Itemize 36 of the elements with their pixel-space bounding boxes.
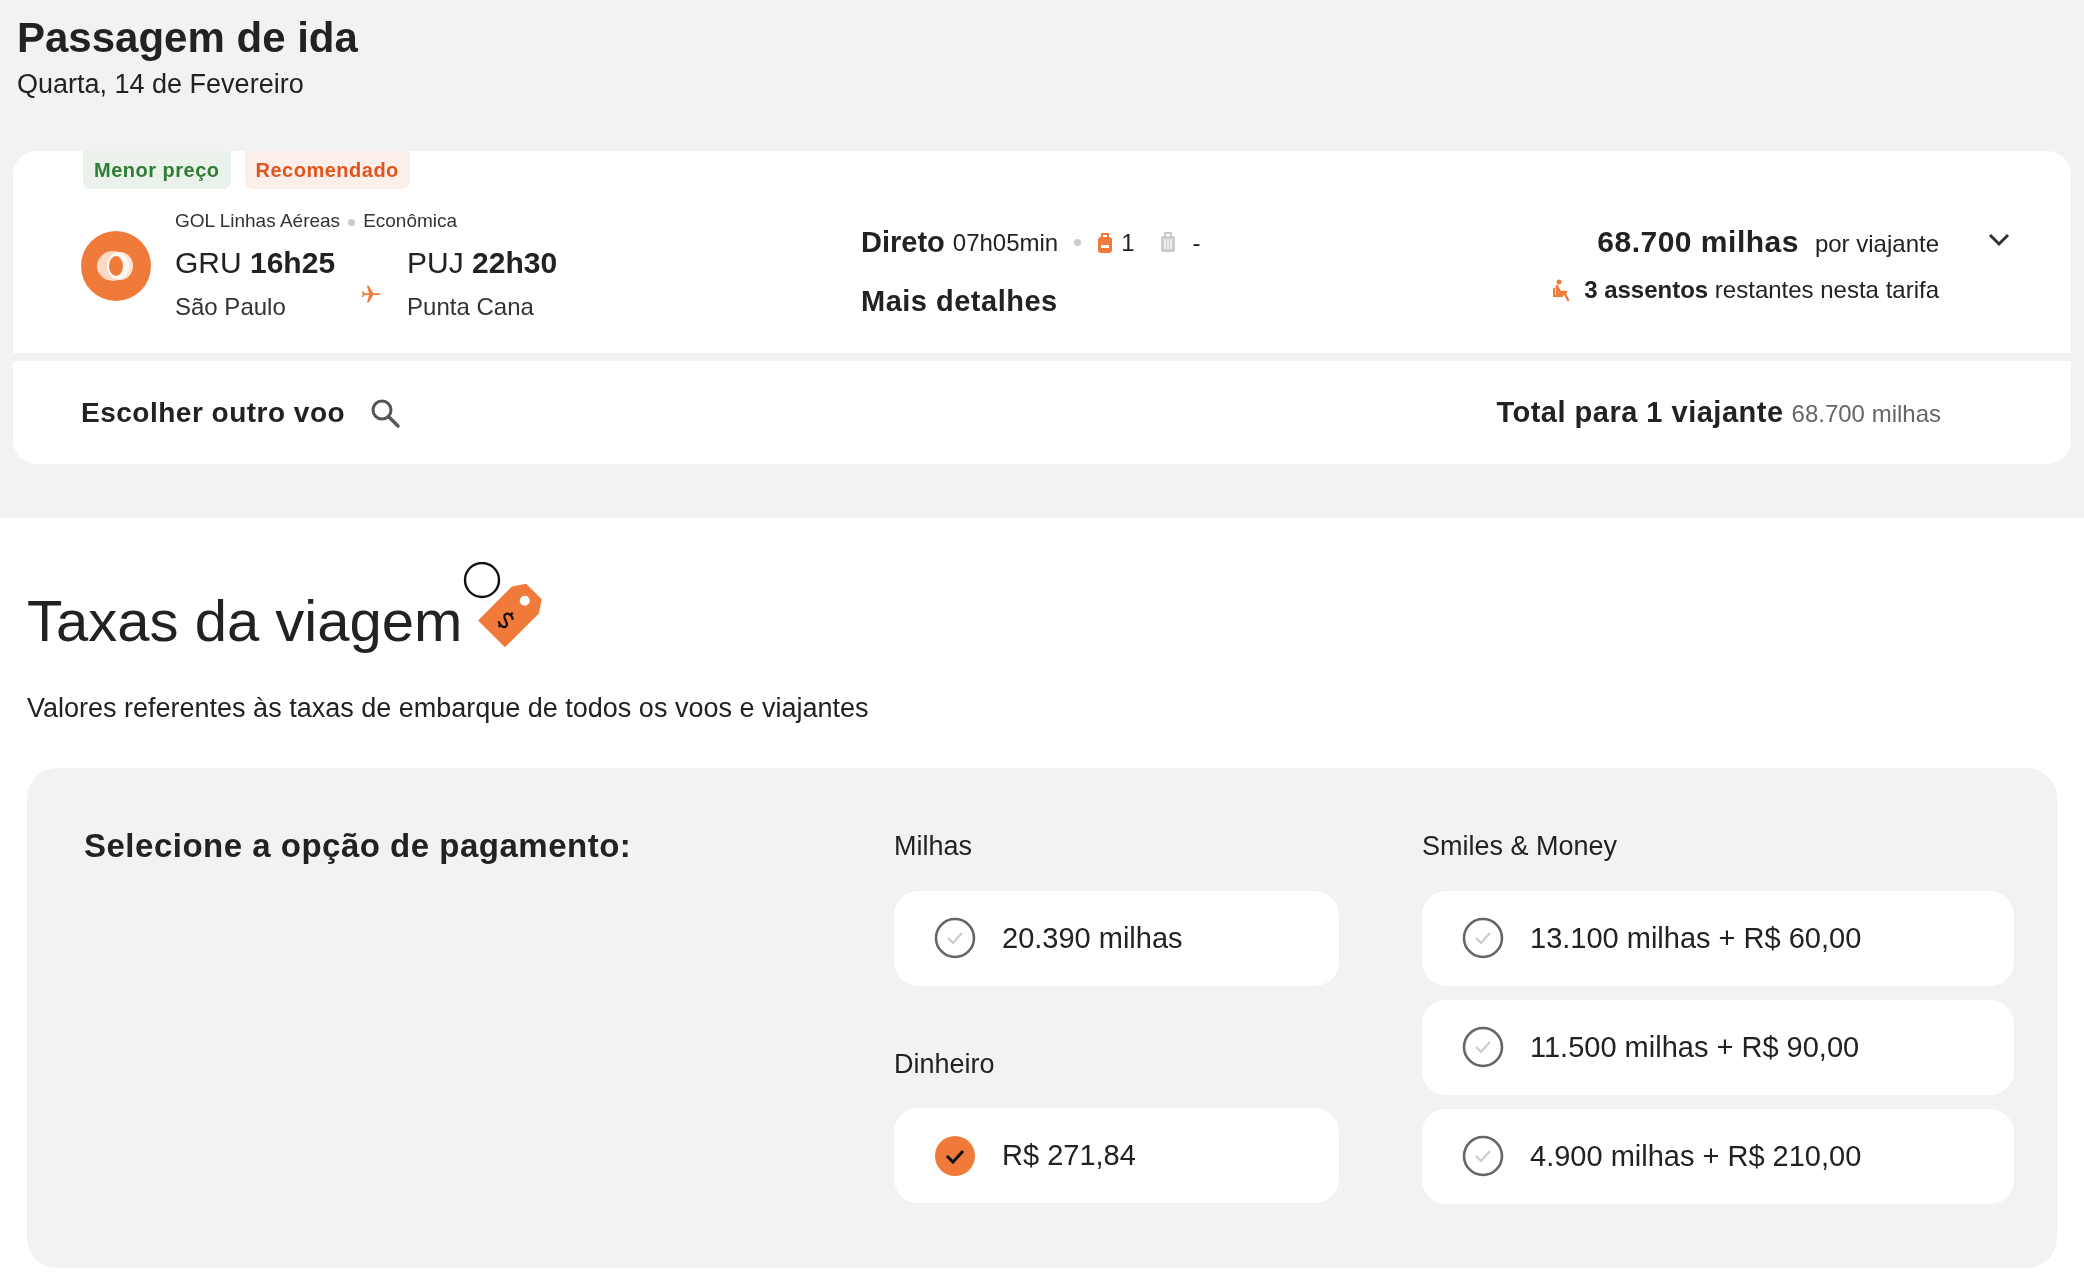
total-value: 68.700 milhas <box>1791 398 1941 429</box>
date-text: Quarta, 14 de Fevereiro <box>17 68 305 102</box>
option-group-title: Dinheiro <box>894 1047 996 1081</box>
details-link[interactable]: Mais detalhes <box>861 285 1058 318</box>
section-title: Taxas da viagem <box>27 587 463 656</box>
flight-duration: 07h05min <box>952 227 1059 258</box>
backpack-icon <box>1097 231 1114 254</box>
payment-option[interactable]: R$ 271,84 <box>894 1108 1339 1204</box>
airport-time: GRU 16h25 <box>175 244 336 281</box>
payment-option[interactable]: 20.390 milhas <box>894 890 1339 986</box>
payment-option[interactable]: 11.500 milhas + R$ 90,00 <box>1422 999 2014 1095</box>
price-unit: por viajante <box>1814 228 1939 259</box>
change-flight-link[interactable]: Escolher outro voo <box>81 391 402 434</box>
price-text: 68.700 milhas <box>1597 223 1799 260</box>
stops-label: Direto <box>861 224 945 260</box>
seats-remaining: 3 assentos restantes nesta tarifa <box>1584 274 1939 305</box>
payment-option[interactable]: 4.900 milhas + R$ 210,00 <box>1422 1108 2014 1204</box>
cabin-class: Econômica <box>363 210 458 232</box>
payment-title: Selecione a opção de pagamento: <box>84 826 633 867</box>
option-group-title: Smiles & Money <box>1422 830 1619 864</box>
option-group-title: Milhas <box>894 830 974 864</box>
page-title: Passagem de ida <box>17 14 359 63</box>
carry-on-count: 1 <box>1121 227 1135 258</box>
payment-option[interactable]: 13.100 milhas + R$ 60,00 <box>1422 890 2014 986</box>
airport-time: PUJ 22h30 <box>407 244 558 281</box>
city-name: São Paulo <box>175 291 287 322</box>
total-label: Total para 1 viajante <box>1496 394 1784 430</box>
section-description: Valores referentes às taxas de embarque de todos os voos e viajantes <box>27 691 870 725</box>
checked-bag-count: - <box>1192 227 1201 258</box>
airline-name: GOL Linhas Aéreas <box>175 210 341 232</box>
flight-tag: Menor preço <box>83 150 231 189</box>
separator-dot <box>348 218 356 226</box>
separator-dot <box>1074 239 1082 247</box>
city-name: Punta Cana <box>407 291 535 322</box>
flight-tag: Recomendado <box>244 150 410 189</box>
suitcase-icon <box>1158 231 1177 254</box>
